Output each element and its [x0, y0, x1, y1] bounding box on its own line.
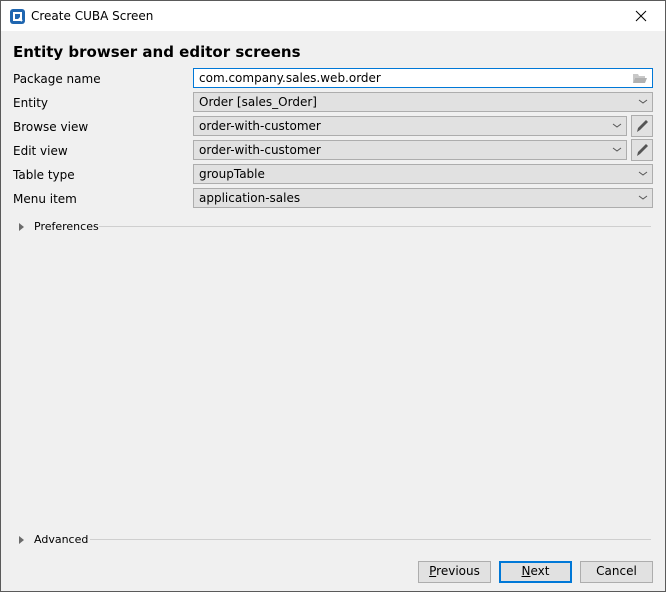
- expand-triangle-icon: [19, 223, 24, 231]
- cancel-button[interactable]: Cancel: [580, 561, 653, 583]
- edit-view-edit-button[interactable]: [631, 139, 653, 161]
- app-icon: [10, 9, 25, 24]
- advanced-label: Advanced: [34, 533, 89, 546]
- package-name-input[interactable]: com.company.sales.web.order: [193, 68, 653, 88]
- entity-value: Order [sales_Order]: [199, 95, 317, 109]
- next-button[interactable]: Next: [499, 561, 572, 583]
- page-title: Entity browser and editor screens: [13, 43, 301, 61]
- title-bar: Create CUBA Screen: [1, 1, 665, 31]
- chevron-down-icon: [612, 147, 622, 152]
- entity-select[interactable]: Order [sales_Order]: [193, 92, 653, 112]
- browse-view-value: order-with-customer: [199, 119, 321, 133]
- chevron-down-icon: [638, 99, 648, 104]
- edit-view-value: order-with-customer: [199, 143, 321, 157]
- chevron-down-icon: [638, 195, 648, 200]
- package-name-label: Package name: [13, 72, 101, 86]
- menu-item-value: application-sales: [199, 191, 301, 205]
- expand-triangle-icon: [19, 536, 24, 544]
- browse-view-select[interactable]: order-with-customer: [193, 116, 627, 136]
- edit-view-select[interactable]: order-with-customer: [193, 140, 627, 160]
- pencil-icon: [637, 144, 648, 156]
- chevron-down-icon: [638, 171, 648, 176]
- package-name-value: com.company.sales.web.order: [199, 71, 381, 85]
- advanced-separator: [90, 539, 651, 540]
- previous-label: revious: [436, 564, 480, 578]
- previous-button[interactable]: Previous: [418, 561, 491, 583]
- dialog-window: Create CUBA Screen Entity browser and ed…: [0, 0, 666, 592]
- preferences-separator: [99, 226, 651, 227]
- edit-view-label: Edit view: [13, 144, 68, 158]
- window-title: Create CUBA Screen: [31, 9, 154, 23]
- folder-open-icon[interactable]: [632, 72, 648, 84]
- close-button[interactable]: [629, 5, 653, 27]
- next-label: ext: [530, 564, 550, 578]
- preferences-label: Preferences: [34, 220, 99, 233]
- menu-item-select[interactable]: application-sales: [193, 188, 653, 208]
- next-mnemonic: N: [521, 564, 531, 578]
- table-type-label: Table type: [13, 168, 75, 182]
- entity-label: Entity: [13, 96, 49, 110]
- browse-view-label: Browse view: [13, 120, 89, 134]
- table-type-value: groupTable: [199, 167, 265, 181]
- table-type-select[interactable]: groupTable: [193, 164, 653, 184]
- close-icon: [635, 10, 647, 22]
- browse-view-edit-button[interactable]: [631, 115, 653, 137]
- pencil-icon: [637, 120, 648, 132]
- menu-item-label: Menu item: [13, 192, 77, 206]
- chevron-down-icon: [612, 123, 622, 128]
